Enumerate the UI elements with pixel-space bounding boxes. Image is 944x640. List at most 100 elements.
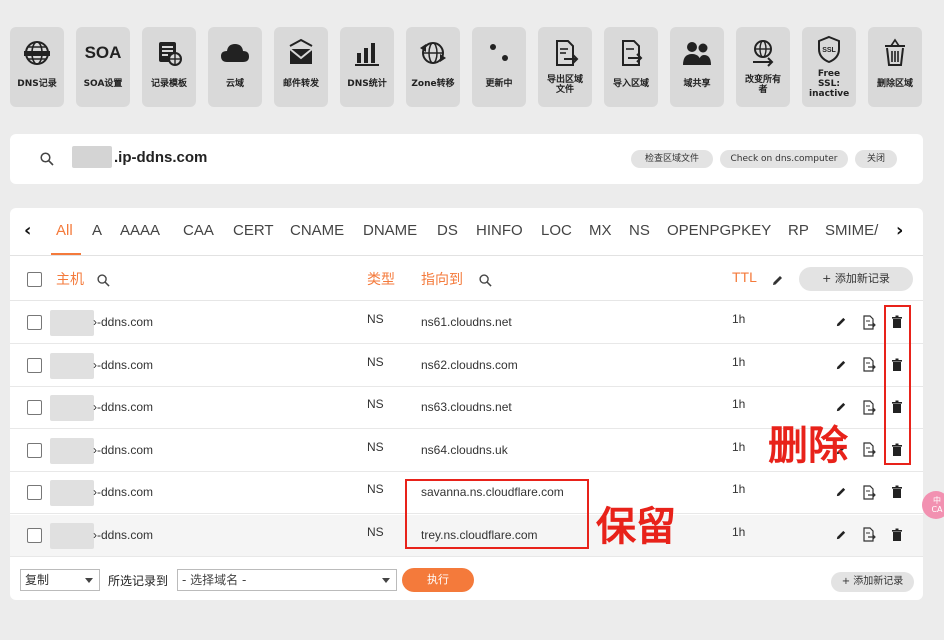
add-new-record-footer-button[interactable]: + 添加新记录 [831,572,914,592]
edit-pencil-icon[interactable] [833,314,849,330]
export-record-icon[interactable] [861,484,877,500]
record-host: ›-ddns.com [93,400,154,414]
tool-label: 导出区域文件 [547,75,584,95]
row-checkbox[interactable] [27,442,42,458]
export-zone-button[interactable]: 导出区域文件 [538,27,592,107]
host-search-icon[interactable] [97,272,110,291]
record-ttl: 1h [732,397,746,411]
tool-label: 更新中 [485,79,513,89]
redacted-host-prefix [50,352,94,379]
globe-icon [10,37,64,69]
add-new-record-button[interactable]: + 添加新记录 [799,267,913,291]
tab-openpgpkey[interactable]: OPENPGPKEY [667,222,771,239]
mail-forward-button[interactable]: 邮件转发 [274,27,328,107]
delete-annotation: 删除 [768,423,848,469]
change-owner-button[interactable]: 改变所有者 [736,27,790,107]
tool-label: SOA设置 [83,79,123,89]
edit-pencil-icon[interactable] [833,527,849,543]
tab-ns[interactable]: NS [629,222,650,239]
import-zone-button[interactable]: 导入区域 [604,27,658,107]
record-points-to: ns64.cloudns.uk [421,442,508,457]
tab-aaaa[interactable]: AAAA [120,222,160,239]
ssl-shield-icon: SSL [802,33,856,65]
export-record-icon[interactable] [861,442,877,458]
zone-transfer-button[interactable]: Zone转移 [406,27,460,107]
chevron-right-icon[interactable]: › [896,220,903,241]
bulk-action-select[interactable]: 复制 [20,569,100,591]
svg-text:SSL: SSL [822,47,836,54]
tool-label: Free SSL: inactive [809,69,850,99]
close-button[interactable]: 关闭 [855,150,897,168]
free-ssl-button[interactable]: SSL Free SSL: inactive [802,27,856,107]
record-points-to: ns61.cloudns.net [421,315,512,329]
tool-label: DNS记录 [17,79,57,89]
tab-cname[interactable]: CNAME [290,222,344,239]
record-host: ›-ddns.com [93,357,154,372]
cloud-domain-button[interactable]: 云域 [208,27,262,107]
users-icon [670,37,724,69]
tab-rp[interactable]: RP [788,222,809,239]
tab-mx[interactable]: MX [589,222,612,239]
tab-all[interactable]: All [56,222,73,239]
tab-dname[interactable]: DNAME [363,222,417,239]
record-type: NS [367,397,384,411]
active-tab-indicator [51,253,81,255]
row-checkbox[interactable] [27,400,42,415]
check-on-dns-computer-button[interactable]: Check on dns.computer [720,150,848,168]
row-checkbox[interactable] [27,527,42,543]
tab-smimea[interactable]: SMIME/ [825,222,881,239]
edit-pencil-icon[interactable] [833,357,849,373]
dns-records-button[interactable]: DNS记录 [10,27,64,107]
tab-loc[interactable]: LOC [541,222,572,239]
redacted-domain-prefix [72,146,112,168]
check-zone-file-button[interactable]: 检查区域文件 [631,150,713,168]
edit-pencil-icon[interactable] [833,484,849,500]
side-language-bubble[interactable]: 中 CA [922,491,944,519]
record-type: NS [367,524,384,539]
tab-a[interactable]: A [92,222,102,239]
target-domain-select[interactable]: - 选择域名 - [177,569,397,591]
tool-label: 邮件转发 [282,79,319,89]
host-column-header[interactable]: 主机 [56,269,84,289]
row-checkbox[interactable] [27,485,42,500]
trash-icon [868,37,922,69]
keep-annotation: 保留 [596,504,676,550]
redacted-host-prefix [50,522,94,549]
ttl-edit-pencil-icon[interactable] [771,272,784,291]
redacted-host-prefix [50,437,94,464]
ttl-column-header[interactable]: TTL [732,269,757,285]
updating-button[interactable]: 更新中 [472,27,526,107]
execute-button[interactable]: 执行 [402,568,474,592]
chevron-left-icon[interactable]: ‹ [24,220,31,241]
dns-stats-button[interactable]: DNS统计 [340,27,394,107]
soa-settings-button[interactable]: SOA SOA设置 [76,27,130,107]
mail-forward-icon [274,37,328,69]
type-column-header[interactable]: 类型 [367,269,395,289]
record-templates-button[interactable]: 记录模板 [142,27,196,107]
record-type: NS [367,482,384,496]
search-icon[interactable] [40,151,54,170]
delete-trash-icon[interactable] [889,484,905,500]
tab-cert[interactable]: CERT [233,222,274,239]
tab-hinfo[interactable]: HINFO [476,222,523,239]
export-record-icon[interactable] [861,314,877,330]
points-to-search-icon[interactable] [479,272,492,291]
tab-caa[interactable]: CAA [183,222,214,239]
bar-chart-icon [340,37,394,69]
points-to-column-header[interactable]: 指向到 [421,269,463,289]
row-checkbox[interactable] [27,315,42,330]
tool-label: DNS统计 [347,79,387,89]
row-checkbox[interactable] [27,357,42,373]
export-record-icon[interactable] [861,527,877,543]
select-all-checkbox[interactable] [27,272,42,287]
tab-ds[interactable]: DS [437,222,458,239]
export-record-icon[interactable] [861,357,877,373]
redacted-host-prefix [50,395,94,421]
selected-records-to-label: 所选记录到 [108,574,169,588]
edit-pencil-icon[interactable] [833,399,849,415]
delete-trash-icon[interactable] [889,527,905,543]
export-file-icon [538,37,592,69]
delete-zone-button[interactable]: 删除区域 [868,27,922,107]
domain-share-button[interactable]: 域共享 [670,27,724,107]
export-record-icon[interactable] [861,399,877,415]
